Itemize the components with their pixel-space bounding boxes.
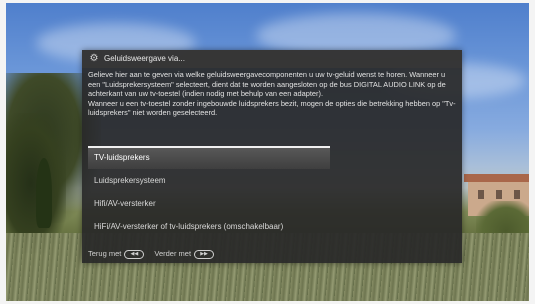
option-hifi-or-tv-switchable[interactable]: HiFi/AV-versterker of tv-luidsprekers (o… (88, 215, 330, 238)
sound-option-list: TV-luidsprekers Luidsprekersysteem Hifi/… (88, 146, 330, 238)
sound-output-dialog: ⚙ Geluidsweergave via... Gelieve hier aa… (82, 50, 462, 263)
house-window (514, 190, 520, 199)
house-roof (464, 174, 529, 182)
tv-frame: ⚙ Geluidsweergave via... Gelieve hier aa… (0, 0, 535, 304)
house-window (496, 190, 502, 199)
house-window (478, 190, 484, 199)
settings-gears-icon: ⚙ (89, 53, 99, 64)
description-paragraph-1: Gelieve hier aan te geven via welke gelu… (88, 70, 446, 98)
option-hifi-av-amplifier[interactable]: Hifi/AV-versterker (88, 192, 330, 215)
back-hint-label: Terug met (88, 249, 122, 258)
dialog-title: Geluidsweergave via... (104, 54, 185, 63)
rewind-button-icon: ◀◀ (124, 249, 145, 259)
fast-forward-button-icon: ▶▶ (194, 249, 215, 259)
dialog-description: Gelieve hier aan te geven via welke gelu… (88, 70, 456, 118)
background-cypress (36, 158, 52, 228)
option-speaker-system[interactable]: Luidsprekersysteem (88, 169, 330, 192)
next-hint-label: Verder met (154, 249, 192, 258)
option-tv-speakers[interactable]: TV-luidsprekers (88, 146, 330, 169)
dialog-title-bar: ⚙ Geluidsweergave via... (82, 50, 462, 68)
dialog-footer: Terug met ◀◀ Verder met ▶▶ (88, 248, 224, 260)
description-paragraph-2: Wanneer u een tv-toestel zonder ingebouw… (88, 98, 456, 118)
